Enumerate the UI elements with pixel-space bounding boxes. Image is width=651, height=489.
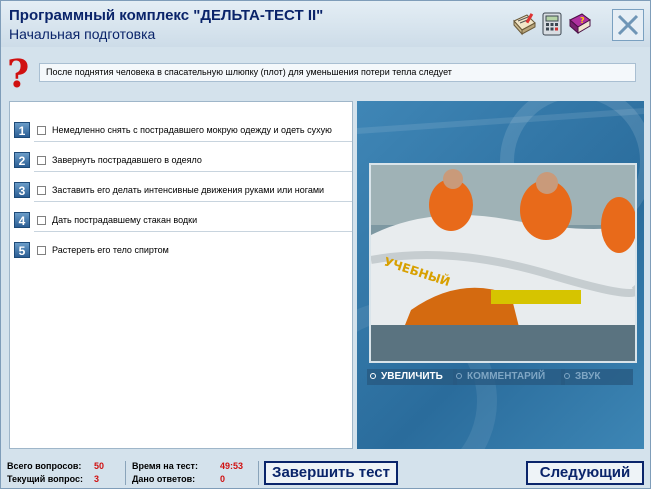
media-panel: УЧЕБНЫЙ УВЕЛИЧИТЬ КОММЕНТАРИЙ ЗВУК	[357, 101, 644, 449]
rescue-photo-image: УЧЕБНЫЙ	[370, 165, 641, 361]
svg-text:?: ?	[580, 16, 585, 25]
answer-number: 4	[14, 212, 30, 228]
answer-number: 2	[14, 152, 30, 168]
current-question-value: 3	[94, 474, 100, 484]
answer-number: 5	[14, 242, 30, 258]
answer-option-2[interactable]: 2 Завернуть пострадавшего в одеяло	[14, 138, 352, 172]
close-icon	[617, 14, 639, 36]
total-questions-value: 50	[94, 461, 105, 471]
magnifier-icon	[456, 373, 462, 379]
answers-given-value: 0	[220, 474, 226, 484]
app-subtitle: Начальная подготовка	[9, 26, 156, 42]
answer-option-3[interactable]: 3 Заставить его делать интенсивные движе…	[14, 168, 352, 202]
close-button[interactable]	[612, 9, 644, 41]
zoom-button[interactable]: УВЕЛИЧИТЬ	[367, 369, 457, 385]
sound-label: ЗВУК	[575, 371, 601, 382]
next-button[interactable]: Следующий	[526, 461, 644, 485]
question-text: После поднятия человека в спасательную ш…	[39, 63, 636, 82]
answer-label[interactable]: Растереть его тело спиртом	[52, 245, 169, 255]
comment-label: КОММЕНТАРИЙ	[467, 371, 546, 382]
zoom-label: УВЕЛИЧИТЬ	[381, 371, 443, 382]
help-book-icon[interactable]: ?	[567, 11, 593, 37]
test-time-label: Время на тест:	[132, 461, 198, 471]
answer-number: 1	[14, 122, 30, 138]
finish-test-button[interactable]: Завершить тест	[264, 461, 398, 485]
test-time-value: 49:53	[220, 461, 244, 471]
status-footer: Всего вопросов: 50 Текущий вопрос: 3 Вре…	[1, 455, 650, 489]
answers-given-label: Дано ответов:	[132, 474, 196, 484]
magnifier-icon	[370, 373, 376, 379]
magnifier-icon	[564, 373, 570, 379]
answer-label[interactable]: Заставить его делать интенсивные движени…	[52, 185, 324, 195]
answer-label[interactable]: Дать пострадавшему стакан водки	[52, 215, 197, 225]
answers-panel: 1 Немедленно снять с пострадавшего мокру…	[9, 101, 353, 449]
answer-option-1[interactable]: 1 Немедленно снять с пострадавшего мокру…	[14, 108, 352, 142]
answer-option-5[interactable]: 5 Растереть его тело спиртом	[14, 228, 352, 258]
divider	[125, 461, 126, 485]
header: Программный комплекс "ДЕЛЬТА-ТЕСТ II" На…	[1, 1, 650, 47]
divider	[258, 461, 259, 485]
calculator-icon[interactable]	[539, 11, 565, 37]
question-bar: ? После поднятия человека в спасательную…	[1, 53, 650, 95]
current-question-label: Текущий вопрос:	[7, 474, 83, 484]
answer-label[interactable]: Немедленно снять с пострадавшего мокрую …	[52, 125, 332, 135]
total-questions-label: Всего вопросов:	[7, 461, 82, 471]
answer-option-4[interactable]: 4 Дать пострадавшему стакан водки	[14, 198, 352, 232]
question-photo[interactable]: УЧЕБНЫЙ	[369, 163, 641, 363]
answer-checkbox[interactable]	[37, 126, 46, 135]
answer-checkbox[interactable]	[37, 186, 46, 195]
notepad-icon[interactable]	[511, 11, 537, 37]
answer-checkbox[interactable]	[37, 156, 46, 165]
question-mark-icon: ?	[7, 51, 30, 96]
sound-button[interactable]: ЗВУК	[561, 369, 633, 385]
answer-checkbox[interactable]	[37, 216, 46, 225]
comment-button[interactable]: КОММЕНТАРИЙ	[453, 369, 565, 385]
answer-label[interactable]: Завернуть пострадавшего в одеяло	[52, 155, 202, 165]
app-window: Программный комплекс "ДЕЛЬТА-ТЕСТ II" На…	[0, 0, 651, 489]
app-title: Программный комплекс "ДЕЛЬТА-ТЕСТ II"	[9, 7, 324, 24]
answer-checkbox[interactable]	[37, 246, 46, 255]
answer-number: 3	[14, 182, 30, 198]
